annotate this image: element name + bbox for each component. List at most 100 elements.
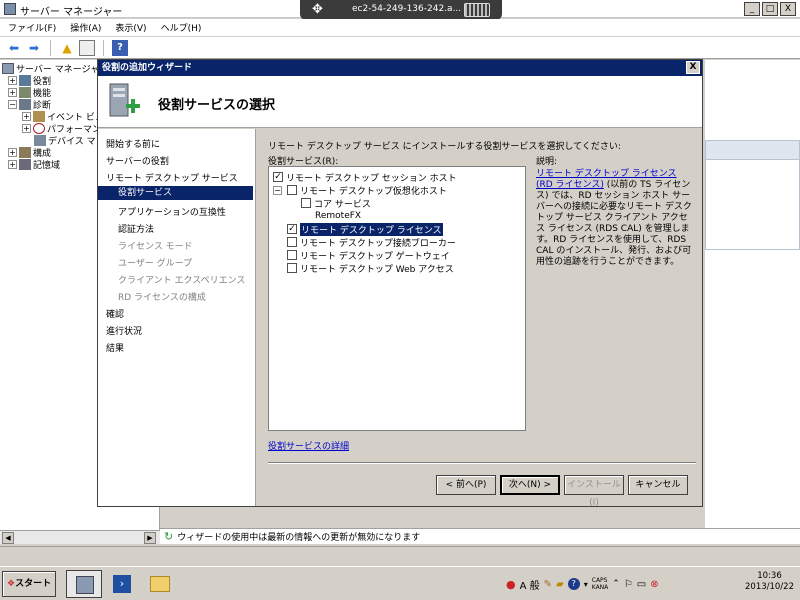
configuration-icon: [19, 147, 31, 158]
instruction-text: リモート デスクトップ サービス にインストールする役割サービスを選択してくださ…: [268, 142, 621, 152]
role-rd-gateway[interactable]: リモート デスクトップ ゲートウェイ: [287, 249, 450, 262]
taskbar-server-manager[interactable]: [66, 570, 102, 598]
role-rd-web-access[interactable]: リモート デスクトップ Web アクセス: [287, 262, 454, 275]
cancel-button[interactable]: キャンセル: [628, 475, 688, 495]
maximize-button[interactable]: □: [762, 2, 778, 16]
event-viewer-icon: [33, 111, 45, 122]
expand-toggle[interactable]: +: [8, 148, 17, 157]
ime-red-icon[interactable]: ●: [506, 578, 516, 591]
close-button[interactable]: X: [780, 2, 796, 16]
start-button[interactable]: ❖スタート: [2, 571, 56, 597]
checkbox-unchecked[interactable]: [287, 263, 297, 273]
step-before-you-begin[interactable]: 開始する前に: [106, 137, 160, 150]
collapse-toggle[interactable]: −: [273, 185, 282, 195]
menu-view[interactable]: 表示(V): [115, 21, 146, 34]
bottom-status-strip: [0, 546, 800, 564]
back-arrow-icon[interactable]: ⬅: [6, 40, 22, 56]
server-manager-window: サーバー マネージャー _ □ X ✥ ec2-54-249-136-242.a…: [0, 0, 800, 566]
step-authentication-method[interactable]: 認証方法: [118, 222, 154, 235]
add-roles-wizard: 役割の追加ウィザード X 役割サービスの選択 開始する前に サーバーの役割 リモ…: [97, 59, 703, 508]
ime-help-icon[interactable]: ?: [567, 578, 580, 590]
role-remotefx[interactable]: RemoteFX: [315, 210, 361, 222]
role-services-details-link[interactable]: 役割サービスの詳細: [268, 439, 349, 452]
up-folder-icon[interactable]: ▲: [59, 40, 75, 56]
powershell-icon: ›: [113, 575, 131, 593]
role-rd-virtualization-host[interactable]: − リモート デスクトップ仮想化ホスト: [273, 184, 447, 197]
step-progress[interactable]: 進行状況: [106, 324, 142, 337]
checkbox-unchecked[interactable]: [287, 237, 297, 247]
expand-toggle[interactable]: +: [22, 124, 31, 133]
checkbox-unchecked[interactable]: [287, 185, 297, 195]
details-section-header: [705, 140, 800, 160]
step-rd-licensing-config: RD ライセンスの構成: [118, 293, 206, 303]
step-application-compatibility[interactable]: アプリケーションの互換性: [118, 205, 226, 218]
checkbox-checked[interactable]: ✓: [273, 172, 283, 182]
action-center-flag-icon[interactable]: ⚐: [624, 579, 633, 590]
ime-mode[interactable]: A 般: [520, 577, 540, 592]
keyboard-icon[interactable]: [464, 3, 490, 17]
wizard-buttons: < 前へ(P) 次へ(N) > インストール(I) キャンセル: [436, 475, 688, 508]
clock-time: 10:36: [757, 571, 782, 581]
step-remote-desktop-services[interactable]: リモート デスクトップ サービス: [106, 171, 238, 184]
show-hide-tree-icon[interactable]: [79, 39, 95, 56]
step-confirmation[interactable]: 確認: [106, 307, 124, 320]
checkbox-checked[interactable]: ✓: [287, 224, 297, 234]
checkbox-unchecked[interactable]: [301, 198, 311, 208]
tree-item-storage[interactable]: + 記憶域: [8, 158, 60, 171]
wizard-step-list: 開始する前に サーバーの役割 リモート デスクトップ サービス 役割サービス ア…: [98, 129, 256, 506]
step-results[interactable]: 結果: [106, 341, 124, 354]
role-core-services[interactable]: コア サービス: [301, 197, 371, 210]
add-role-server-icon: [109, 83, 140, 117]
menu-bar: ファイル(F) 操作(A) 表示(V) ヘルプ(H): [0, 19, 800, 37]
menu-help[interactable]: ヘルプ(H): [161, 21, 202, 34]
scroll-right-icon[interactable]: ▶: [144, 532, 156, 544]
expand-toggle[interactable]: +: [8, 76, 17, 85]
move-arrows-icon[interactable]: ✥: [312, 3, 323, 17]
taskbar-powershell[interactable]: ›: [104, 570, 140, 598]
scroll-left-icon[interactable]: ◀: [2, 532, 14, 544]
role-rd-session-host[interactable]: ✓ リモート デスクトップ セッション ホスト: [273, 171, 457, 184]
description-label: 説明:: [536, 157, 558, 167]
network-icon[interactable]: ▭: [637, 579, 646, 590]
forward-arrow-icon[interactable]: ➡: [26, 40, 42, 56]
refresh-disabled-icon: ↻: [164, 530, 174, 543]
role-rd-licensing[interactable]: ✓ リモート デスクトップ ライセンス: [287, 222, 443, 236]
wizard-content: リモート デスクトップ サービス にインストールする役割サービスを選択してくださ…: [256, 129, 702, 508]
server-icon: [2, 63, 14, 74]
show-hidden-icons-icon[interactable]: ⌃: [612, 579, 620, 589]
volume-muted-icon[interactable]: ⊗: [650, 579, 658, 590]
diagnostics-icon: [19, 99, 31, 110]
taskbar: ❖スタート › ● A 般 ✎ ▰ ? ▾ CAPS KANA ⌃ ⚐ ▭ ⊗ …: [0, 566, 800, 600]
ime-options-icon[interactable]: ▾: [584, 580, 588, 589]
details-section-body: [705, 160, 800, 250]
device-manager-icon: [34, 135, 46, 146]
step-user-groups: ユーザー グループ: [118, 259, 193, 269]
expand-toggle[interactable]: +: [8, 160, 17, 169]
checkbox-unchecked[interactable]: [287, 250, 297, 260]
step-server-roles[interactable]: サーバーの役割: [106, 154, 169, 167]
step-licensing-mode: ライセンス モード: [118, 242, 193, 252]
window-title: サーバー マネージャー: [20, 7, 123, 18]
expand-toggle[interactable]: +: [8, 88, 17, 97]
tree-horizontal-scrollbar[interactable]: ◀ ▶: [0, 530, 160, 544]
ime-dictionary-icon[interactable]: ▰: [556, 579, 564, 590]
taskbar-explorer[interactable]: [142, 570, 178, 598]
expand-toggle[interactable]: +: [22, 112, 31, 121]
ime-tools-icon[interactable]: ✎: [544, 579, 552, 590]
rdp-connection-bar: ✥ ec2-54-249-136-242.a...: [300, 0, 502, 20]
menu-file[interactable]: ファイル(F): [8, 21, 56, 34]
description-text: リモート デスクトップ ライセンス (RD ライセンス) (以前の TS ライセ…: [536, 169, 692, 267]
step-role-services[interactable]: 役割サービス: [98, 186, 253, 200]
wizard-close-button[interactable]: X: [686, 61, 700, 74]
next-button[interactable]: 次へ(N) >: [500, 475, 560, 495]
previous-button[interactable]: < 前へ(P): [436, 475, 496, 495]
menu-action[interactable]: 操作(A): [70, 21, 101, 34]
wizard-titlebar[interactable]: 役割の追加ウィザード X: [98, 60, 702, 76]
role-rd-connection-broker[interactable]: リモート デスクトップ接続ブローカー: [287, 236, 456, 249]
folder-icon: [150, 576, 170, 592]
help-icon[interactable]: ?: [112, 39, 128, 56]
clock[interactable]: 10:36 2013/10/22: [745, 571, 794, 593]
minimize-button[interactable]: _: [744, 2, 760, 16]
role-services-list[interactable]: ✓ リモート デスクトップ セッション ホスト − リモート デスクトップ仮想化…: [268, 166, 526, 431]
collapse-toggle[interactable]: −: [8, 100, 17, 109]
